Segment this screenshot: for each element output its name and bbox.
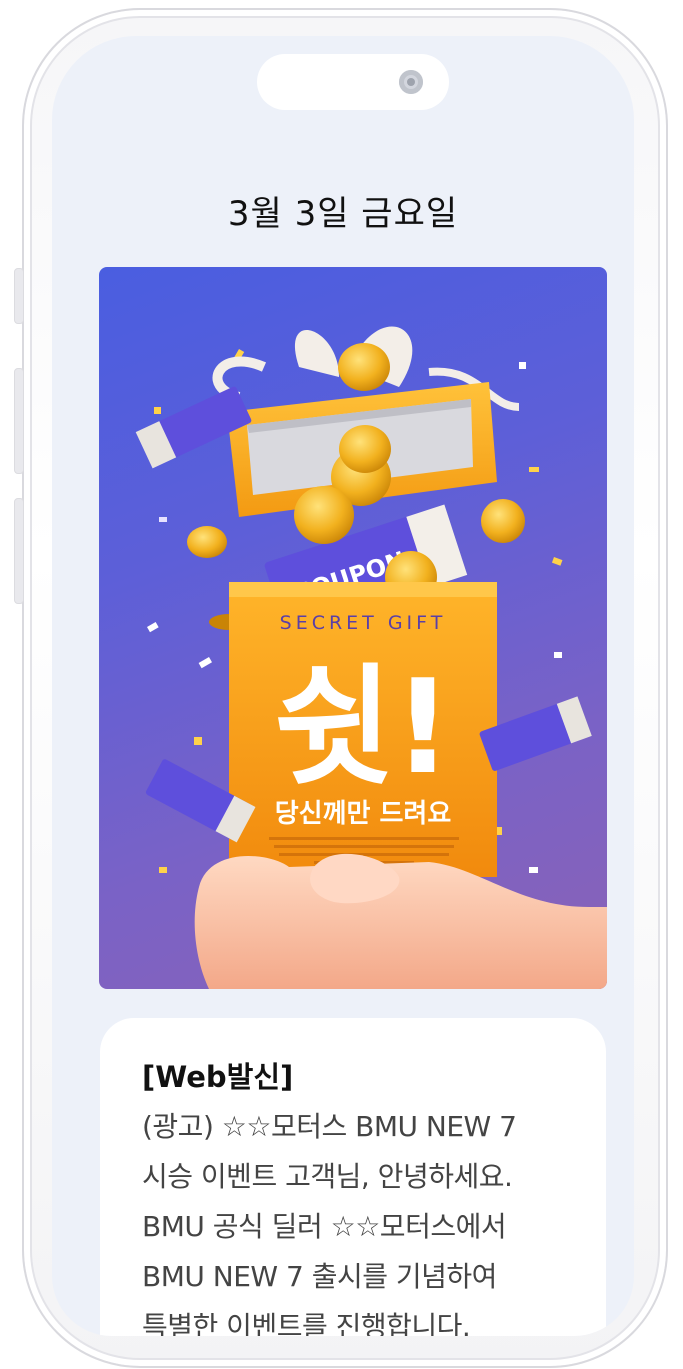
message-line: BMU NEW 7 출시를 기념하여 [142, 1260, 497, 1293]
message-bubble: [Web발신] (광고) ☆☆모터스 BMU NEW 7 시승 이벤트 고객님,… [100, 1018, 606, 1336]
message-line: 특별한 이벤트를 진행합니다. [142, 1310, 471, 1336]
message-body: (광고) ☆☆모터스 BMU NEW 7 시승 이벤트 고객님, 안녕하세요. … [142, 1102, 582, 1336]
ad-banner-image[interactable]: COUPON SECRET GIFT 쉿! 당신께만 드려요 [99, 267, 607, 989]
gift-bag: SECRET GIFT 쉿! 당신께만 드려요 [229, 582, 497, 877]
hand [194, 853, 607, 989]
dynamic-island [257, 54, 449, 110]
message-line: (광고) ☆☆모터스 BMU NEW 7 [142, 1110, 517, 1143]
gift-illustration: COUPON SECRET GIFT 쉿! 당신께만 드려요 [135, 326, 607, 989]
date-header: 3월 3일 금요일 [227, 194, 459, 234]
front-camera-icon [399, 70, 423, 94]
silent-switch [14, 268, 24, 324]
volume-up-button [14, 368, 24, 474]
message-line: BMU 공식 딜러 ☆☆모터스에서 [142, 1210, 507, 1243]
only-for-you-text: 당신께만 드려요 [275, 799, 452, 829]
hush-big-text: 쉿! [274, 651, 453, 803]
message-title: [Web발신] [142, 1060, 294, 1094]
secret-gift-text: SECRET GIFT [280, 612, 447, 634]
volume-down-button [14, 498, 24, 604]
message-line: 시승 이벤트 고객님, 안녕하세요. [142, 1160, 513, 1193]
phone-screen: 3월 3일 금요일 COUPON SECRET GIFT 쉿! 당신께만 드려요… [52, 36, 634, 1336]
